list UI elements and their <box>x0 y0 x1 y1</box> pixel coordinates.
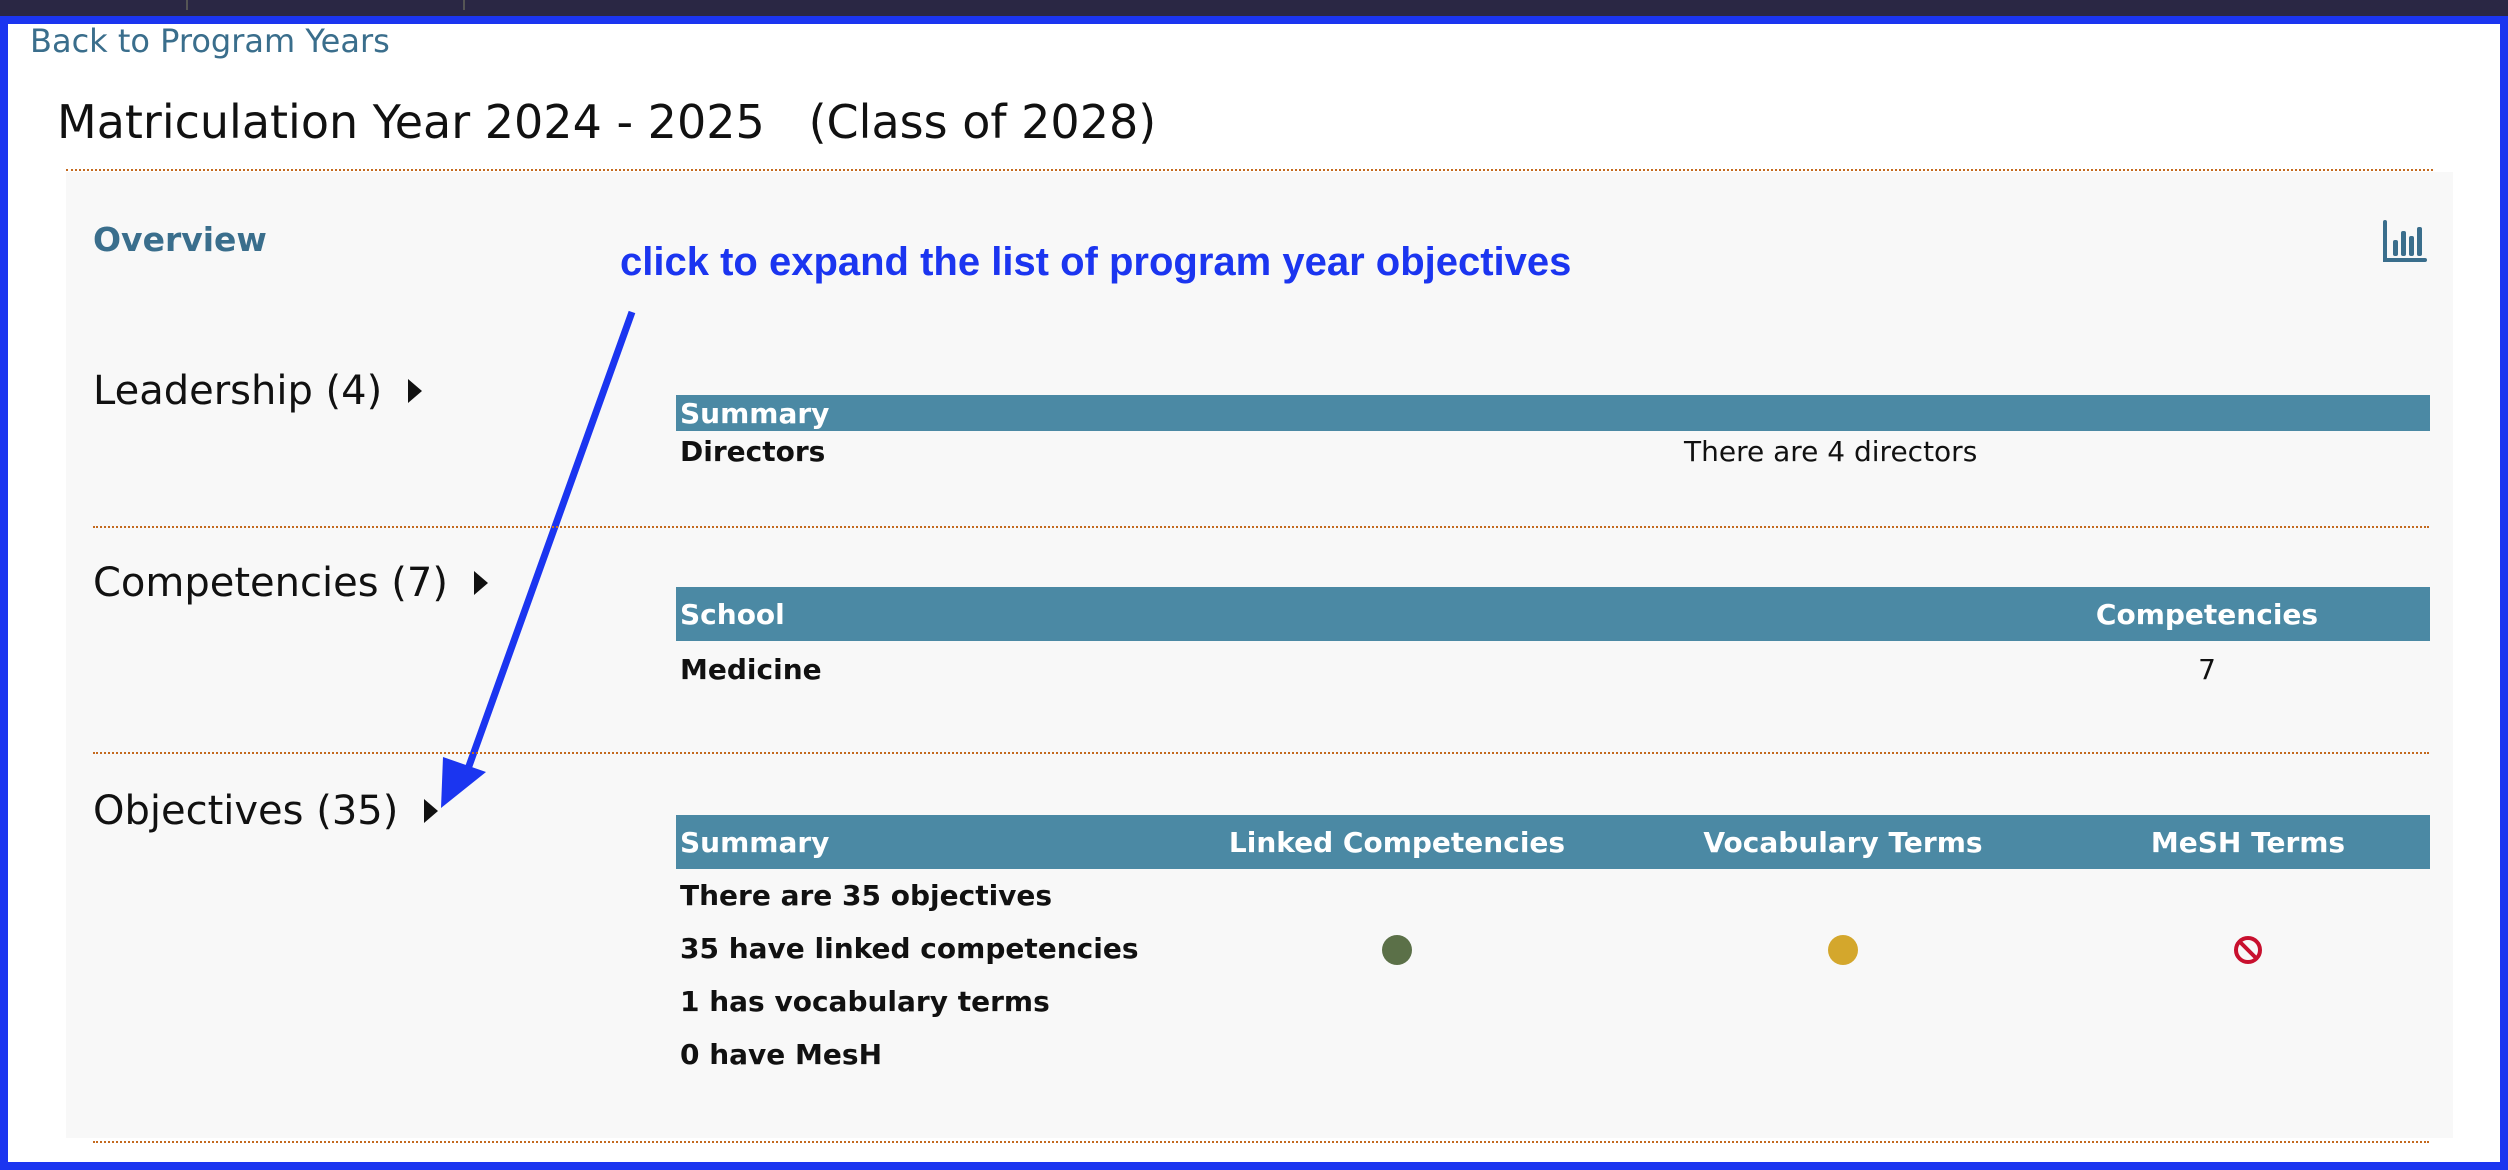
objective-summary-item: There are 35 objectives <box>680 879 1053 912</box>
table-header: Vocabulary Terms <box>1620 815 2066 869</box>
table-header: Competencies <box>1984 587 2430 641</box>
mesh-terms-prohibited-icon <box>2234 935 2262 964</box>
caret-right-icon <box>408 379 423 403</box>
section-divider <box>93 1141 2429 1143</box>
table-row: 1 has vocabulary terms <box>676 975 2430 1028</box>
table-header: Linked Competencies <box>1174 815 1620 869</box>
table-row: 35 have linked competencies <box>676 922 2430 975</box>
page-title: Matriculation Year 2024 - 2025 (Class of… <box>57 95 1157 149</box>
directors-count: There are 4 directors <box>1684 434 1978 468</box>
objective-summary-item: 1 has vocabulary terms <box>680 985 1050 1018</box>
objectives-toggle[interactable]: Objectives (35) <box>93 788 439 834</box>
caret-right-icon <box>424 799 439 823</box>
objectives-summary-table: Summary Linked Competencies Vocabulary T… <box>676 815 2430 1081</box>
table-header: Summary <box>676 815 1174 869</box>
table-row: Directors There are 4 directors <box>676 431 2430 471</box>
objective-summary-item: 0 have MesH <box>680 1038 883 1071</box>
competencies-title: Competencies (7) <box>93 560 448 606</box>
vocabulary-terms-status-icon <box>1828 935 1858 965</box>
competency-count: 7 <box>2198 652 2216 686</box>
school-name: Medicine <box>680 652 822 686</box>
leadership-title: Leadership (4) <box>93 368 383 414</box>
tutorial-annotation: click to expand the list of program year… <box>620 240 1572 284</box>
table-header: Summary <box>676 395 1684 431</box>
competencies-table: School Competencies Medicine 7 <box>676 587 2430 697</box>
linked-competencies-status-icon <box>1382 935 1412 965</box>
table-header: School <box>676 587 1984 641</box>
section-divider <box>93 526 2429 528</box>
bar-chart-icon[interactable] <box>2382 218 2428 264</box>
tab-separator <box>463 0 465 10</box>
section-divider <box>93 752 2429 754</box>
overview-heading: Overview <box>93 220 267 259</box>
objectives-title: Objectives (35) <box>93 788 399 834</box>
leadership-summary-table: Summary Directors There are 4 directors <box>676 395 2430 471</box>
directors-label: Directors <box>680 434 826 468</box>
competencies-toggle[interactable]: Competencies (7) <box>93 560 488 606</box>
table-row: 0 have MesH <box>676 1028 2430 1081</box>
objective-summary-item: 35 have linked competencies <box>680 932 1139 965</box>
back-to-program-years-link[interactable]: Back to Program Years <box>30 22 390 60</box>
table-row: There are 35 objectives <box>676 869 2430 922</box>
leadership-toggle[interactable]: Leadership (4) <box>93 368 423 414</box>
browser-top-strip <box>0 0 2508 16</box>
tab-separator <box>186 0 188 10</box>
table-row: Medicine 7 <box>676 641 2430 697</box>
title-divider <box>66 169 2433 171</box>
table-header: MeSH Terms <box>2066 815 2430 869</box>
caret-right-icon <box>473 571 488 595</box>
